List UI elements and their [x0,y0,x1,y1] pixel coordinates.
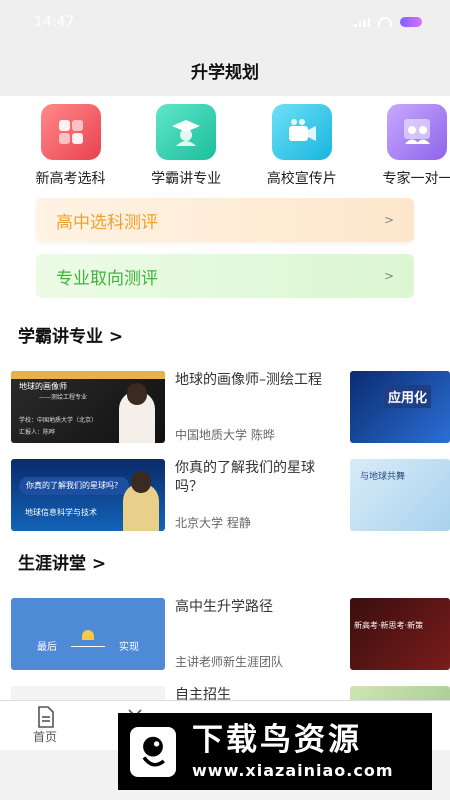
presenter-head [127,383,147,405]
tab-label: 首页 [32,730,57,744]
status-icons [354,17,422,27]
item-meta: 主讲老师新生涯团队 [175,655,284,669]
side-text: 应用化 [384,385,432,408]
thumb-text: 你真的了解我们的星球吗？ [19,477,129,495]
list-item[interactable]: 你真的了解我们的星球吗？ 地球信息科学与技术 你真的了解我们的星球吗？ 北京大学… [0,459,450,531]
watermark-url: www.xiazainiao.com [192,761,394,780]
watermark-overlay: 下载鸟资源 www.xiazainiao.com [118,713,432,790]
item-meta: 北京大学 程静 [175,516,251,530]
graduate-icon [82,630,94,640]
video-thumbnail: 最后 实现 [11,598,165,670]
feature-new-gaokao[interactable]: 新高考选科 [18,104,123,188]
side-text: 与地球共舞 [360,472,406,482]
item-title: 地球的画像师–测绘工程 [175,372,322,388]
feature-label: 学霸讲专业 [151,171,222,187]
watermark-title: 下载鸟资源 [192,722,362,758]
status-time: 14:47 [34,14,75,30]
side-thumbnail[interactable]: 应用化 [350,371,450,443]
video-camera-icon [271,104,332,160]
feature-expert-one-on-one[interactable]: 专家一对一 [365,104,450,188]
list-item[interactable]: 最后 实现 高中生升学路径 主讲老师新生涯团队 新高考·新思考·新策 [0,598,450,670]
feature-label: 高校宣传片 [266,171,337,187]
graduate-icon [156,104,217,160]
signal-icon [354,17,370,27]
list-item[interactable]: 地球的画像师 ——测绘工程专业 学校：中国地质大学（北京） 汇报人：陈晔 地球的… [0,371,450,443]
item-title: 你真的了解我们的星球吗？ [175,460,315,495]
page-title: 升学规划 [191,62,259,83]
banner-label: 专业取向测评 [56,268,158,289]
major-orientation-test-banner[interactable]: 专业取向测评 > [36,254,414,298]
video-thumbnail [11,686,165,700]
item-meta: 中国地质大学 陈晔 [175,428,275,442]
thumb-text: 地球信息科学与技术 [25,508,97,517]
presenter-head [131,471,151,493]
chevron-right-icon: > [383,269,394,283]
side-text: 新高考·新思考·新策 [354,621,424,630]
status-bar: 14:47 [0,0,450,44]
video-thumbnail: 地球的画像师 ——测绘工程专业 学校：中国地质大学（北京） 汇报人：陈晔 [11,371,165,443]
subject-selection-test-banner[interactable]: 高中选科测评 > [36,198,414,242]
people-icon [387,104,448,160]
section-title-majors[interactable]: 学霸讲专业 > [0,298,450,347]
feature-label: 新高考选科 [35,171,106,187]
thumb-text: 学校：中国地质大学（北京） [19,417,98,424]
document-icon [38,706,54,728]
feature-label: 专家一对一 [382,171,450,187]
side-thumbnail[interactable]: 与地球共舞 [350,459,450,531]
list-item[interactable]: 自主招生 [0,686,450,700]
feature-top-student[interactable]: 学霸讲专业 [134,104,239,188]
main-content[interactable]: 新高考选科 学霸讲专业 高校宣传片 专家一对一 高中选科测评 > 专业取向测评 … [0,96,450,700]
tab-home[interactable]: 首页 [0,701,90,750]
item-title: 高中生升学路径 [175,599,273,615]
thumb-text: ——测绘工程专业 [39,394,88,401]
banner-label: 高中选科测评 [56,212,158,233]
thumb-text: 汇报人：陈晔 [19,429,56,436]
thumb-text: 地球的画像师 [19,382,67,391]
puzzle-icon [40,104,101,160]
watermark-logo [130,726,176,777]
chevron-right-icon: > [383,213,394,227]
battery-icon [400,17,422,27]
section-title-career[interactable]: 生涯讲堂 > [0,531,450,574]
feature-grid: 新高考选科 学霸讲专业 高校宣传片 专家一对一 [0,96,450,188]
feature-college-video[interactable]: 高校宣传片 [249,104,354,188]
page-title-bar: 升学规划 [0,44,450,96]
thumb-text: 最后 [37,642,57,653]
side-thumbnail[interactable]: 新高考·新思考·新策 [350,598,450,670]
side-thumbnail[interactable] [350,686,450,700]
thumb-text: 实现 [119,642,139,653]
wifi-icon [378,17,392,27]
item-title: 自主招生 [175,687,231,700]
video-thumbnail: 你真的了解我们的星球吗？ 地球信息科学与技术 [11,459,165,531]
